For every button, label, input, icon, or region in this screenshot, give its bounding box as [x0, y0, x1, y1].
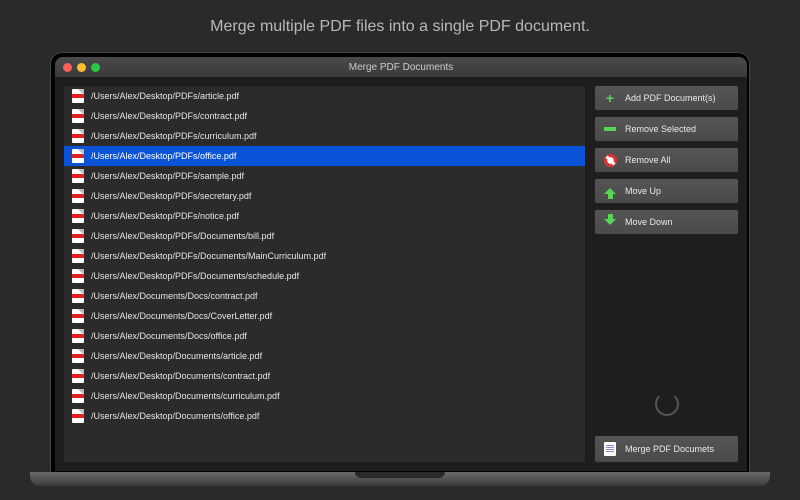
plus-icon: +: [603, 91, 617, 105]
list-item[interactable]: /Users/Alex/Desktop/Documents/curriculum…: [64, 386, 585, 406]
file-path: /Users/Alex/Desktop/PDFs/article.pdf: [91, 91, 239, 101]
list-item[interactable]: /Users/Alex/Desktop/Documents/article.pd…: [64, 346, 585, 366]
list-item[interactable]: /Users/Alex/Desktop/Documents/office.pdf: [64, 406, 585, 426]
button-label: Remove Selected: [625, 124, 696, 134]
file-path: /Users/Alex/Desktop/Documents/article.pd…: [91, 351, 262, 361]
list-item[interactable]: /Users/Alex/Desktop/PDFs/article.pdf: [64, 86, 585, 106]
button-label: Merge PDF Documets: [625, 444, 714, 454]
list-item[interactable]: /Users/Alex/Desktop/PDFs/office.pdf: [64, 146, 585, 166]
pdf-file-icon: [72, 169, 84, 183]
laptop-frame: Merge PDF Documents /Users/Alex/Desktop/…: [50, 52, 750, 486]
pdf-file-icon: [72, 289, 84, 303]
arrow-down-icon: [603, 215, 617, 229]
remove-all-button[interactable]: Remove All: [594, 147, 739, 173]
arrow-up-icon: [603, 184, 617, 198]
list-item[interactable]: /Users/Alex/Desktop/PDFs/Documents/bill.…: [64, 226, 585, 246]
file-path: /Users/Alex/Documents/Docs/CoverLetter.p…: [91, 311, 272, 321]
zoom-icon[interactable]: [91, 63, 100, 72]
list-item[interactable]: /Users/Alex/Desktop/PDFs/sample.pdf: [64, 166, 585, 186]
pdf-file-icon: [72, 109, 84, 123]
list-item[interactable]: /Users/Alex/Desktop/PDFs/curriculum.pdf: [64, 126, 585, 146]
list-item[interactable]: /Users/Alex/Documents/Docs/contract.pdf: [64, 286, 585, 306]
file-path: /Users/Alex/Desktop/PDFs/curriculum.pdf: [91, 131, 257, 141]
file-list[interactable]: /Users/Alex/Desktop/PDFs/article.pdf/Use…: [63, 85, 586, 463]
pdf-file-icon: [72, 89, 84, 103]
pdf-file-icon: [72, 229, 84, 243]
pdf-file-icon: [72, 309, 84, 323]
list-item[interactable]: /Users/Alex/Desktop/PDFs/secretary.pdf: [64, 186, 585, 206]
list-item[interactable]: /Users/Alex/Documents/Docs/CoverLetter.p…: [64, 306, 585, 326]
file-path: /Users/Alex/Desktop/PDFs/Documents/sched…: [91, 271, 299, 281]
pdf-file-icon: [72, 149, 84, 163]
file-path: /Users/Alex/Desktop/PDFs/notice.pdf: [91, 211, 239, 221]
file-path: /Users/Alex/Documents/Docs/contract.pdf: [91, 291, 258, 301]
button-label: Move Up: [625, 186, 661, 196]
button-label: Move Down: [625, 217, 673, 227]
pdf-file-icon: [72, 249, 84, 263]
minimize-icon[interactable]: [77, 63, 86, 72]
remove-selected-button[interactable]: Remove Selected: [594, 116, 739, 142]
file-path: /Users/Alex/Desktop/PDFs/secretary.pdf: [91, 191, 251, 201]
app-window: Merge PDF Documents /Users/Alex/Desktop/…: [55, 57, 747, 471]
list-item[interactable]: /Users/Alex/Desktop/PDFs/Documents/sched…: [64, 266, 585, 286]
pdf-file-icon: [72, 409, 84, 423]
list-item[interactable]: /Users/Alex/Desktop/PDFs/contract.pdf: [64, 106, 585, 126]
progress-spinner: [655, 392, 679, 416]
window-title: Merge PDF Documents: [55, 62, 747, 73]
file-path: /Users/Alex/Desktop/PDFs/Documents/bill.…: [91, 231, 274, 241]
file-path: /Users/Alex/Desktop/PDFs/sample.pdf: [91, 171, 244, 181]
move-up-button[interactable]: Move Up: [594, 178, 739, 204]
forbid-icon: [603, 153, 617, 167]
list-item[interactable]: /Users/Alex/Desktop/PDFs/notice.pdf: [64, 206, 585, 226]
pdf-file-icon: [72, 389, 84, 403]
marketing-tagline: Merge multiple PDF files into a single P…: [0, 0, 800, 36]
pdf-file-icon: [72, 189, 84, 203]
list-item[interactable]: /Users/Alex/Desktop/Documents/contract.p…: [64, 366, 585, 386]
pdf-file-icon: [72, 269, 84, 283]
titlebar: Merge PDF Documents: [55, 57, 747, 77]
action-sidebar: + Add PDF Document(s) Remove Selected Re…: [594, 85, 739, 463]
merge-button[interactable]: Merge PDF Documets: [594, 435, 739, 463]
pdf-file-icon: [72, 369, 84, 383]
file-path: /Users/Alex/Desktop/Documents/curriculum…: [91, 391, 280, 401]
file-path: /Users/Alex/Desktop/PDFs/office.pdf: [91, 151, 236, 161]
file-path: /Users/Alex/Desktop/PDFs/Documents/MainC…: [91, 251, 326, 261]
button-label: Remove All: [625, 155, 671, 165]
file-path: /Users/Alex/Desktop/Documents/office.pdf: [91, 411, 259, 421]
pdf-file-icon: [72, 209, 84, 223]
pdf-file-icon: [72, 329, 84, 343]
close-icon[interactable]: [63, 63, 72, 72]
move-down-button[interactable]: Move Down: [594, 209, 739, 235]
document-icon: [603, 442, 617, 456]
list-item[interactable]: /Users/Alex/Desktop/PDFs/Documents/MainC…: [64, 246, 585, 266]
file-path: /Users/Alex/Documents/Docs/office.pdf: [91, 331, 247, 341]
list-item[interactable]: /Users/Alex/Documents/Docs/office.pdf: [64, 326, 585, 346]
file-path: /Users/Alex/Desktop/PDFs/contract.pdf: [91, 111, 247, 121]
pdf-file-icon: [72, 349, 84, 363]
add-document-button[interactable]: + Add PDF Document(s): [594, 85, 739, 111]
file-path: /Users/Alex/Desktop/Documents/contract.p…: [91, 371, 270, 381]
pdf-file-icon: [72, 129, 84, 143]
button-label: Add PDF Document(s): [625, 93, 716, 103]
minus-icon: [603, 122, 617, 136]
